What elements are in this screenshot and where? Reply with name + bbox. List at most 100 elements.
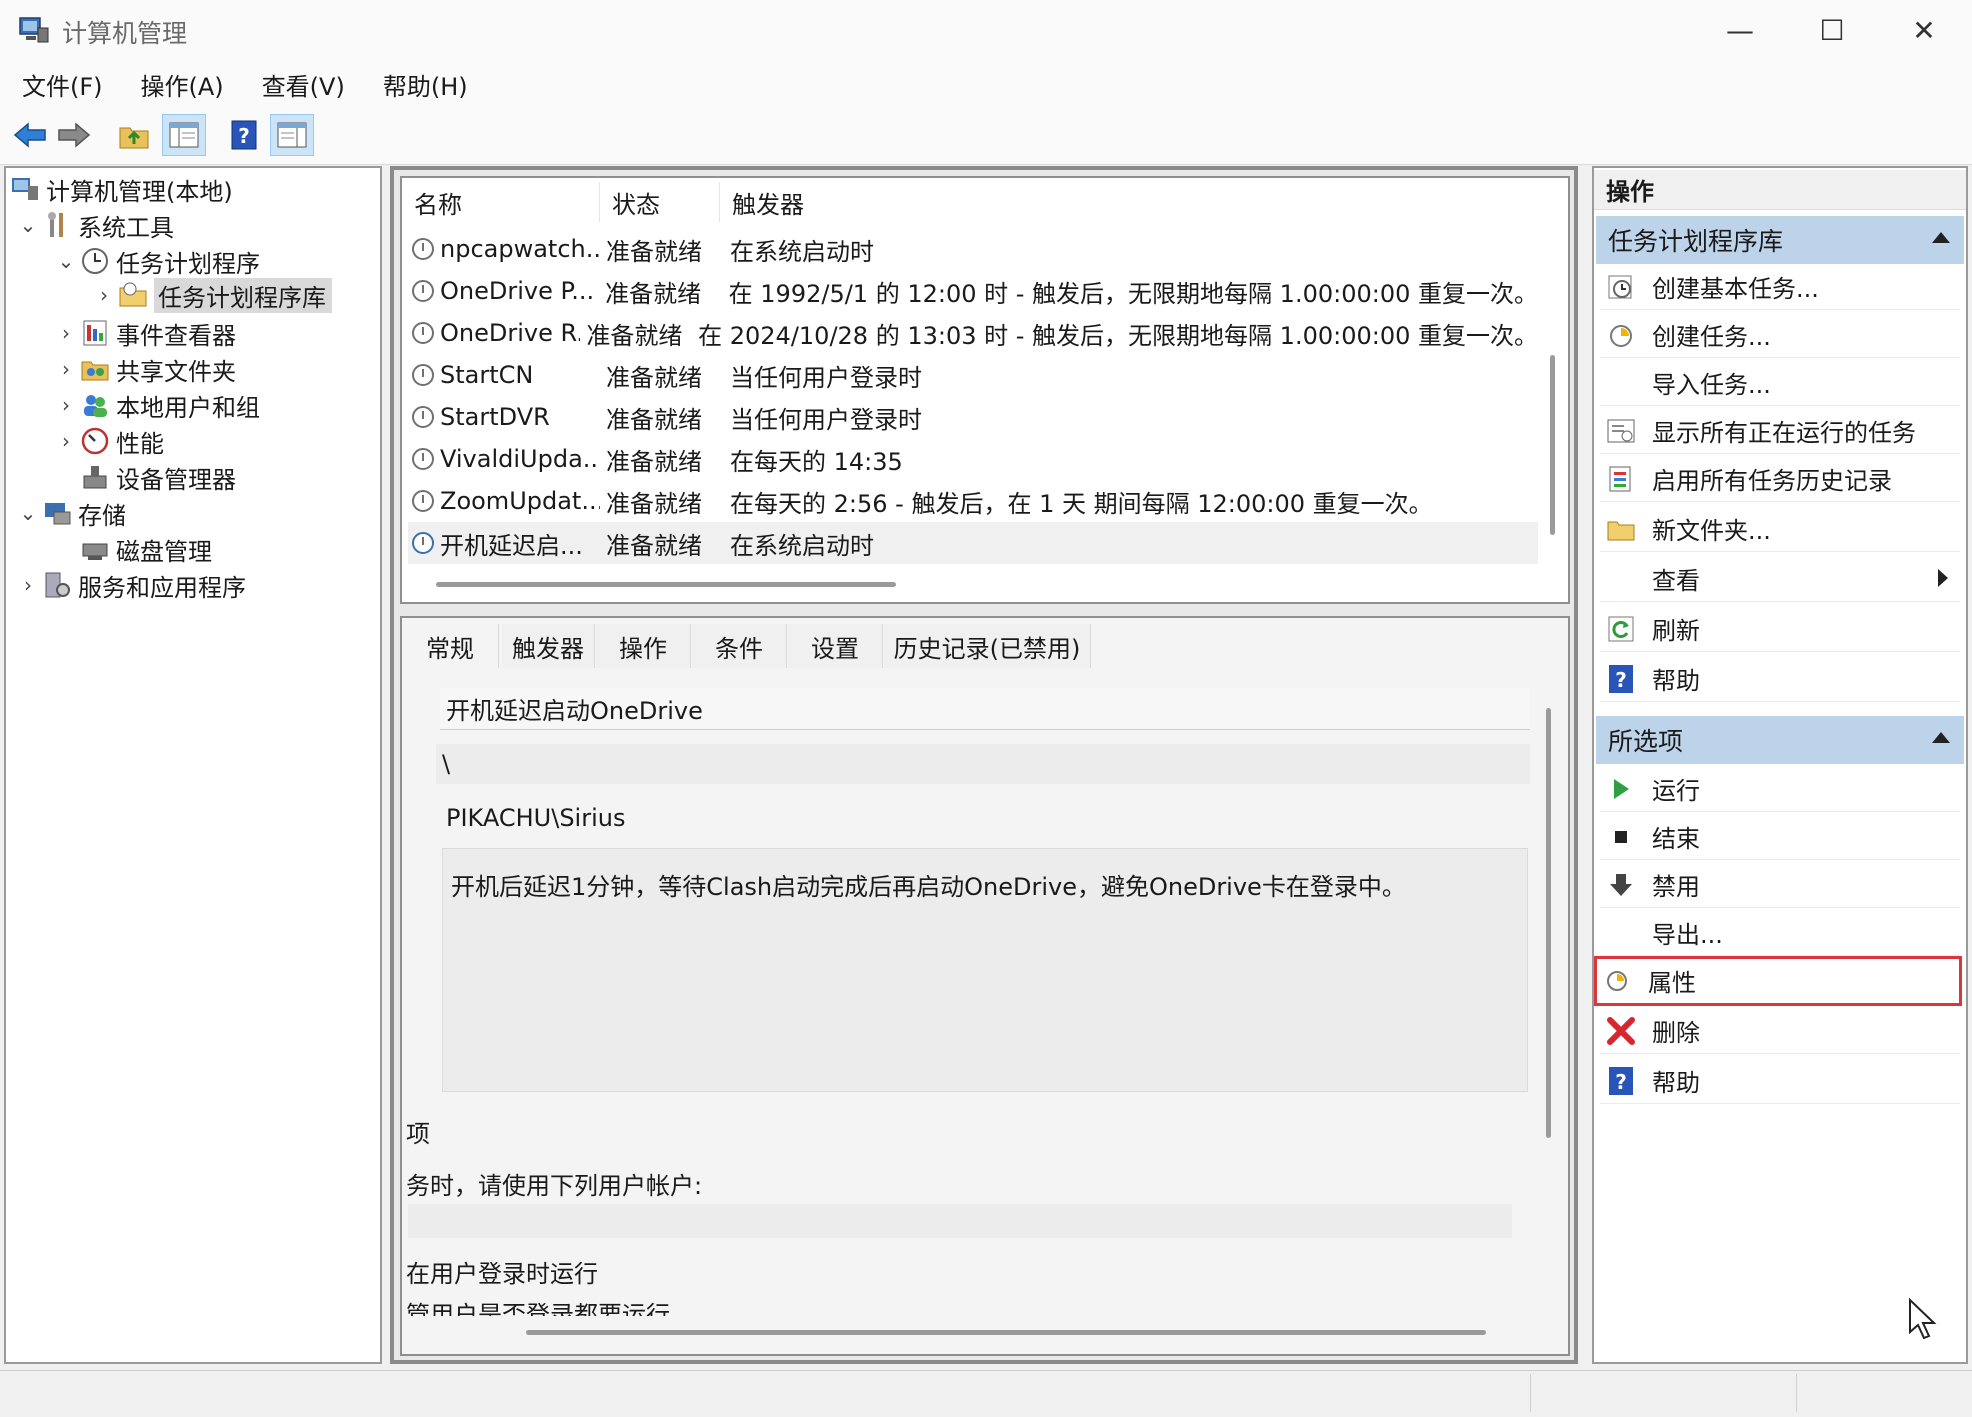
action-label: 新文件夹... — [1652, 517, 1771, 545]
run-whether-option[interactable]: 管用户是否登录都要运行 — [406, 1300, 670, 1316]
list-horizontal-scrollbar[interactable] — [436, 582, 896, 587]
menu-help[interactable]: 帮助(H) — [361, 67, 484, 102]
tree-node-performance[interactable]: › 性能 — [52, 424, 164, 458]
up-folder-button[interactable] — [112, 114, 156, 156]
tree-label: 任务计划程序库 — [154, 277, 332, 313]
action-new-folder[interactable]: 新文件夹... — [1600, 506, 1960, 552]
list-vertical-scrollbar[interactable] — [1550, 355, 1555, 535]
tab-general[interactable]: 常规 — [402, 624, 499, 668]
maximize-button[interactable]: ☐ — [1786, 0, 1878, 60]
tree-node-device-manager[interactable]: 设备管理器 — [80, 460, 236, 494]
table-row-selected[interactable]: 开机延迟启... 准备就绪 在系统启动时 — [408, 522, 1538, 564]
chevron-right-icon[interactable]: › — [52, 321, 80, 345]
tab-history[interactable]: 历史记录(已禁用) — [884, 624, 1091, 668]
help-toolbar-button[interactable]: ? — [222, 114, 266, 156]
section-selected-item[interactable]: 所选项 — [1596, 716, 1964, 764]
menu-file[interactable]: 文件(F) — [0, 67, 119, 102]
action-help[interactable]: ? 帮助 — [1600, 656, 1960, 702]
minimize-button[interactable]: — — [1694, 0, 1786, 60]
menu-bar: 文件(F) 操作(A) 查看(V) 帮助(H) — [0, 60, 1972, 109]
task-author-field: PIKACHU\Sirius — [440, 798, 1530, 838]
tree-node-task-library[interactable]: › 任务计划程序库 — [90, 277, 332, 313]
chevron-down-icon[interactable]: ⌄ — [14, 501, 42, 525]
task-trigger: 在 2024/10/28 的 13:03 时 - 触发后，无限期地每隔 1.00… — [698, 321, 1538, 350]
forward-button[interactable] — [52, 114, 96, 156]
tree-node-local-users[interactable]: › 本地用户和组 — [52, 388, 260, 422]
action-properties[interactable]: 属性 — [1594, 956, 1962, 1006]
menu-action[interactable]: 操作(A) — [119, 67, 240, 102]
action-label: 启用所有任务历史记录 — [1652, 467, 1892, 495]
table-row[interactable]: StartDVR 准备就绪 当任何用户登录时 — [408, 396, 1538, 438]
task-name-field[interactable]: 开机延迟启动OneDrive — [440, 688, 1530, 730]
chevron-right-icon[interactable]: › — [52, 429, 80, 453]
tree-node-task-scheduler[interactable]: ⌄ 任务计划程序 — [52, 244, 260, 278]
collapse-up-icon[interactable] — [1932, 732, 1950, 743]
shared-folder-icon — [81, 361, 109, 381]
action-create-basic-task[interactable]: 创建基本任务... — [1600, 264, 1960, 310]
chevron-right-icon[interactable]: › — [90, 283, 118, 307]
detail-vertical-scrollbar[interactable] — [1546, 708, 1551, 1138]
action-import-task[interactable]: 导入任务... — [1600, 360, 1960, 406]
close-button[interactable]: ✕ — [1878, 0, 1970, 60]
table-row[interactable]: OneDrive R... 准备就绪 在 2024/10/28 的 13:03 … — [408, 312, 1538, 354]
task-status: 准备就绪 — [606, 447, 702, 476]
action-view[interactable]: 查看 — [1600, 556, 1960, 602]
chevron-down-icon[interactable]: ⌄ — [14, 213, 42, 237]
action-disable[interactable]: 禁用 — [1600, 862, 1960, 908]
table-row[interactable]: OneDrive P... 准备就绪 在 1992/5/1 的 12:00 时 … — [408, 270, 1538, 312]
chevron-right-icon[interactable]: › — [52, 393, 80, 417]
tree-node-root[interactable]: 计算机管理(本地) — [10, 172, 233, 206]
task-trigger: 在每天的 2:56 - 触发后，在 1 天 期间每隔 12:00:00 重复一次… — [730, 489, 1433, 518]
action-show-running[interactable]: 显示所有正在运行的任务 — [1600, 408, 1960, 454]
folder-up-icon — [119, 127, 149, 149]
detail-horizontal-scrollbar[interactable] — [526, 1330, 1486, 1335]
show-hide-tree-button[interactable] — [162, 114, 206, 156]
tree-node-services[interactable]: › 服务和应用程序 — [14, 568, 246, 602]
table-row[interactable]: StartCN 准备就绪 当任何用户登录时 — [408, 354, 1538, 396]
column-header-name[interactable]: 名称 — [402, 182, 600, 222]
action-end[interactable]: 结束 — [1600, 814, 1960, 860]
action-help-selected[interactable]: ? 帮助 — [1600, 1058, 1960, 1104]
action-refresh[interactable]: 刷新 — [1600, 606, 1960, 652]
column-header-trigger[interactable]: 触发器 — [720, 182, 1540, 222]
tree-node-system-tools[interactable]: ⌄ 系统工具 — [14, 208, 174, 242]
event-viewer-icon — [83, 320, 107, 346]
task-description-field[interactable]: 开机后延迟1分钟，等待Clash启动完成后再启动OneDrive，避免OneDr… — [442, 848, 1528, 1092]
run-when-logged-on-option[interactable]: 在用户登录时运行 — [406, 1254, 598, 1289]
task-clock-icon — [412, 238, 434, 260]
chevron-right-icon[interactable]: › — [14, 573, 42, 597]
action-enable-history[interactable]: 启用所有任务历史记录 — [1600, 456, 1960, 502]
task-trigger: 在 1992/5/1 的 12:00 时 - 触发后，无限期地每隔 1.00:0… — [728, 279, 1538, 308]
table-row[interactable]: npcapwatch... 准备就绪 在系统启动时 — [408, 228, 1538, 270]
tree-node-shared-folders[interactable]: › 共享文件夹 — [52, 352, 236, 386]
tab-triggers[interactable]: 触发器 — [502, 624, 595, 668]
action-create-task[interactable]: 创建任务... — [1600, 312, 1960, 358]
tab-actions[interactable]: 操作 — [596, 624, 691, 668]
chevron-right-icon[interactable]: › — [52, 357, 80, 381]
table-row[interactable]: VivaldiUpda... 准备就绪 在每天的 14:35 — [408, 438, 1538, 480]
back-button[interactable] — [8, 114, 52, 156]
svg-text:?: ? — [238, 124, 250, 148]
task-name: OneDrive R... — [440, 319, 580, 347]
action-delete[interactable]: 删除 — [1600, 1008, 1960, 1054]
tree-node-storage[interactable]: ⌄ 存储 — [14, 496, 126, 530]
show-hide-action-pane-button[interactable] — [270, 114, 314, 156]
task-name: StartCN — [440, 361, 534, 389]
action-label: 导入任务... — [1652, 371, 1771, 399]
table-row[interactable]: ZoomUpdat... 准备就绪 在每天的 2:56 - 触发后，在 1 天 … — [408, 480, 1538, 522]
action-label: 删除 — [1652, 1019, 1700, 1047]
history-icon — [1609, 466, 1631, 491]
window-title: 计算机管理 — [62, 19, 188, 48]
tree-node-disk-management[interactable]: 磁盘管理 — [80, 532, 212, 566]
column-header-status[interactable]: 状态 — [600, 182, 720, 222]
collapse-up-icon[interactable] — [1932, 232, 1950, 243]
chevron-down-icon[interactable]: ⌄ — [52, 249, 80, 273]
menu-view[interactable]: 查看(V) — [240, 67, 361, 102]
action-run[interactable]: 运行 — [1600, 766, 1960, 812]
task-status: 准备就绪 — [606, 531, 702, 560]
tab-settings[interactable]: 设置 — [788, 624, 883, 668]
action-export[interactable]: 导出... — [1600, 910, 1960, 956]
tree-node-event-viewer[interactable]: › 事件查看器 — [52, 316, 236, 350]
section-task-library[interactable]: 任务计划程序库 — [1596, 216, 1964, 264]
tab-conditions[interactable]: 条件 — [692, 624, 787, 668]
